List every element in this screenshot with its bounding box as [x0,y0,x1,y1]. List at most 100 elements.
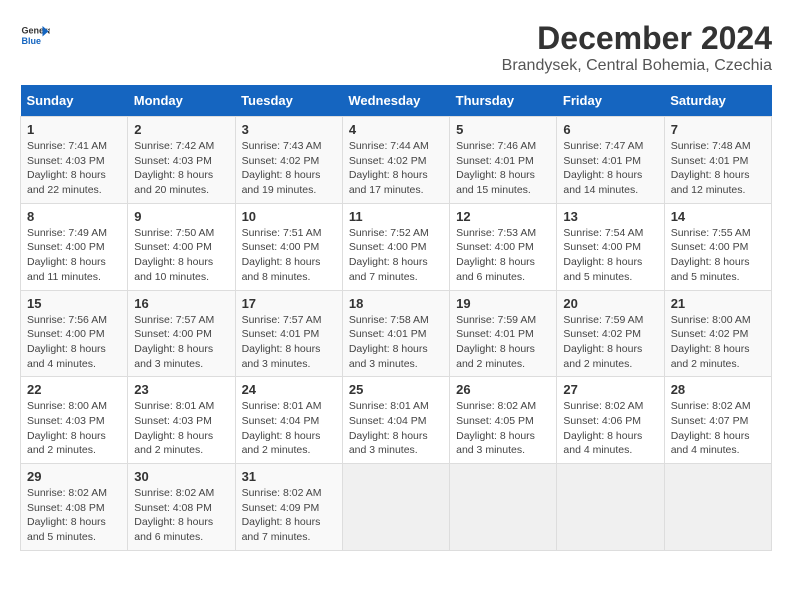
day-info: Sunrise: 7:59 AM Sunset: 4:02 PM Dayligh… [563,313,657,372]
header-tuesday: Tuesday [235,85,342,117]
calendar-cell: 20 Sunrise: 7:59 AM Sunset: 4:02 PM Dayl… [557,290,664,377]
calendar-cell: 11 Sunrise: 7:52 AM Sunset: 4:00 PM Dayl… [342,203,449,290]
calendar-cell: 26 Sunrise: 8:02 AM Sunset: 4:05 PM Dayl… [450,377,557,464]
month-title: December 2024 [502,20,772,57]
day-info: Sunrise: 8:01 AM Sunset: 4:04 PM Dayligh… [349,399,443,458]
day-number: 5 [456,122,550,137]
day-number: 27 [563,382,657,397]
calendar-cell: 19 Sunrise: 7:59 AM Sunset: 4:01 PM Dayl… [450,290,557,377]
week-row-3: 15 Sunrise: 7:56 AM Sunset: 4:00 PM Dayl… [21,290,772,377]
day-info: Sunrise: 7:53 AM Sunset: 4:00 PM Dayligh… [456,226,550,285]
day-number: 8 [27,209,121,224]
day-number: 7 [671,122,765,137]
calendar-cell: 14 Sunrise: 7:55 AM Sunset: 4:00 PM Dayl… [664,203,771,290]
calendar-cell: 29 Sunrise: 8:02 AM Sunset: 4:08 PM Dayl… [21,464,128,551]
day-info: Sunrise: 7:54 AM Sunset: 4:00 PM Dayligh… [563,226,657,285]
calendar-cell: 7 Sunrise: 7:48 AM Sunset: 4:01 PM Dayli… [664,117,771,204]
day-number: 17 [242,296,336,311]
day-number: 4 [349,122,443,137]
day-info: Sunrise: 7:57 AM Sunset: 4:00 PM Dayligh… [134,313,228,372]
calendar-cell: 28 Sunrise: 8:02 AM Sunset: 4:07 PM Dayl… [664,377,771,464]
header-saturday: Saturday [664,85,771,117]
day-info: Sunrise: 8:01 AM Sunset: 4:04 PM Dayligh… [242,399,336,458]
day-info: Sunrise: 8:00 AM Sunset: 4:02 PM Dayligh… [671,313,765,372]
day-info: Sunrise: 7:59 AM Sunset: 4:01 PM Dayligh… [456,313,550,372]
day-info: Sunrise: 7:55 AM Sunset: 4:00 PM Dayligh… [671,226,765,285]
day-number: 14 [671,209,765,224]
day-info: Sunrise: 7:49 AM Sunset: 4:00 PM Dayligh… [27,226,121,285]
day-number: 26 [456,382,550,397]
title-section: December 2024 Brandysek, Central Bohemia… [502,20,772,75]
day-info: Sunrise: 8:02 AM Sunset: 4:09 PM Dayligh… [242,486,336,545]
day-info: Sunrise: 8:02 AM Sunset: 4:08 PM Dayligh… [134,486,228,545]
day-number: 25 [349,382,443,397]
day-number: 16 [134,296,228,311]
day-info: Sunrise: 7:52 AM Sunset: 4:00 PM Dayligh… [349,226,443,285]
day-info: Sunrise: 7:48 AM Sunset: 4:01 PM Dayligh… [671,139,765,198]
day-info: Sunrise: 7:42 AM Sunset: 4:03 PM Dayligh… [134,139,228,198]
calendar-cell: 10 Sunrise: 7:51 AM Sunset: 4:00 PM Dayl… [235,203,342,290]
day-info: Sunrise: 7:43 AM Sunset: 4:02 PM Dayligh… [242,139,336,198]
calendar-cell: 15 Sunrise: 7:56 AM Sunset: 4:00 PM Dayl… [21,290,128,377]
calendar-cell [557,464,664,551]
day-number: 30 [134,469,228,484]
day-number: 24 [242,382,336,397]
week-row-5: 29 Sunrise: 8:02 AM Sunset: 4:08 PM Dayl… [21,464,772,551]
calendar-cell [342,464,449,551]
calendar-cell: 30 Sunrise: 8:02 AM Sunset: 4:08 PM Dayl… [128,464,235,551]
calendar-cell: 17 Sunrise: 7:57 AM Sunset: 4:01 PM Dayl… [235,290,342,377]
day-info: Sunrise: 7:57 AM Sunset: 4:01 PM Dayligh… [242,313,336,372]
calendar-cell: 12 Sunrise: 7:53 AM Sunset: 4:00 PM Dayl… [450,203,557,290]
svg-text:Blue: Blue [22,36,42,46]
calendar-cell [450,464,557,551]
day-number: 2 [134,122,228,137]
day-number: 1 [27,122,121,137]
day-info: Sunrise: 7:51 AM Sunset: 4:00 PM Dayligh… [242,226,336,285]
day-number: 3 [242,122,336,137]
week-row-4: 22 Sunrise: 8:00 AM Sunset: 4:03 PM Dayl… [21,377,772,464]
day-number: 31 [242,469,336,484]
day-number: 29 [27,469,121,484]
day-info: Sunrise: 7:46 AM Sunset: 4:01 PM Dayligh… [456,139,550,198]
day-number: 13 [563,209,657,224]
day-number: 18 [349,296,443,311]
logo: General Blue [20,20,50,50]
calendar-cell: 2 Sunrise: 7:42 AM Sunset: 4:03 PM Dayli… [128,117,235,204]
logo-icon: General Blue [20,20,50,50]
calendar-cell: 5 Sunrise: 7:46 AM Sunset: 4:01 PM Dayli… [450,117,557,204]
week-row-1: 1 Sunrise: 7:41 AM Sunset: 4:03 PM Dayli… [21,117,772,204]
calendar-cell: 1 Sunrise: 7:41 AM Sunset: 4:03 PM Dayli… [21,117,128,204]
day-number: 20 [563,296,657,311]
day-number: 19 [456,296,550,311]
calendar-cell: 6 Sunrise: 7:47 AM Sunset: 4:01 PM Dayli… [557,117,664,204]
calendar-cell: 8 Sunrise: 7:49 AM Sunset: 4:00 PM Dayli… [21,203,128,290]
day-number: 21 [671,296,765,311]
calendar-cell: 31 Sunrise: 8:02 AM Sunset: 4:09 PM Dayl… [235,464,342,551]
calendar-cell: 13 Sunrise: 7:54 AM Sunset: 4:00 PM Dayl… [557,203,664,290]
header-sunday: Sunday [21,85,128,117]
day-number: 15 [27,296,121,311]
day-info: Sunrise: 8:02 AM Sunset: 4:08 PM Dayligh… [27,486,121,545]
location: Brandysek, Central Bohemia, Czechia [502,57,772,75]
day-number: 23 [134,382,228,397]
calendar-cell: 9 Sunrise: 7:50 AM Sunset: 4:00 PM Dayli… [128,203,235,290]
calendar-cell: 21 Sunrise: 8:00 AM Sunset: 4:02 PM Dayl… [664,290,771,377]
day-info: Sunrise: 7:47 AM Sunset: 4:01 PM Dayligh… [563,139,657,198]
day-number: 12 [456,209,550,224]
day-info: Sunrise: 7:41 AM Sunset: 4:03 PM Dayligh… [27,139,121,198]
calendar-cell: 24 Sunrise: 8:01 AM Sunset: 4:04 PM Dayl… [235,377,342,464]
day-info: Sunrise: 8:02 AM Sunset: 4:06 PM Dayligh… [563,399,657,458]
day-number: 9 [134,209,228,224]
header-friday: Friday [557,85,664,117]
calendar-cell: 16 Sunrise: 7:57 AM Sunset: 4:00 PM Dayl… [128,290,235,377]
day-number: 10 [242,209,336,224]
day-number: 11 [349,209,443,224]
header-monday: Monday [128,85,235,117]
day-number: 6 [563,122,657,137]
calendar-cell: 23 Sunrise: 8:01 AM Sunset: 4:03 PM Dayl… [128,377,235,464]
calendar-cell: 3 Sunrise: 7:43 AM Sunset: 4:02 PM Dayli… [235,117,342,204]
day-info: Sunrise: 7:56 AM Sunset: 4:00 PM Dayligh… [27,313,121,372]
day-number: 22 [27,382,121,397]
calendar-cell: 22 Sunrise: 8:00 AM Sunset: 4:03 PM Dayl… [21,377,128,464]
calendar-table: Sunday Monday Tuesday Wednesday Thursday… [20,85,772,551]
